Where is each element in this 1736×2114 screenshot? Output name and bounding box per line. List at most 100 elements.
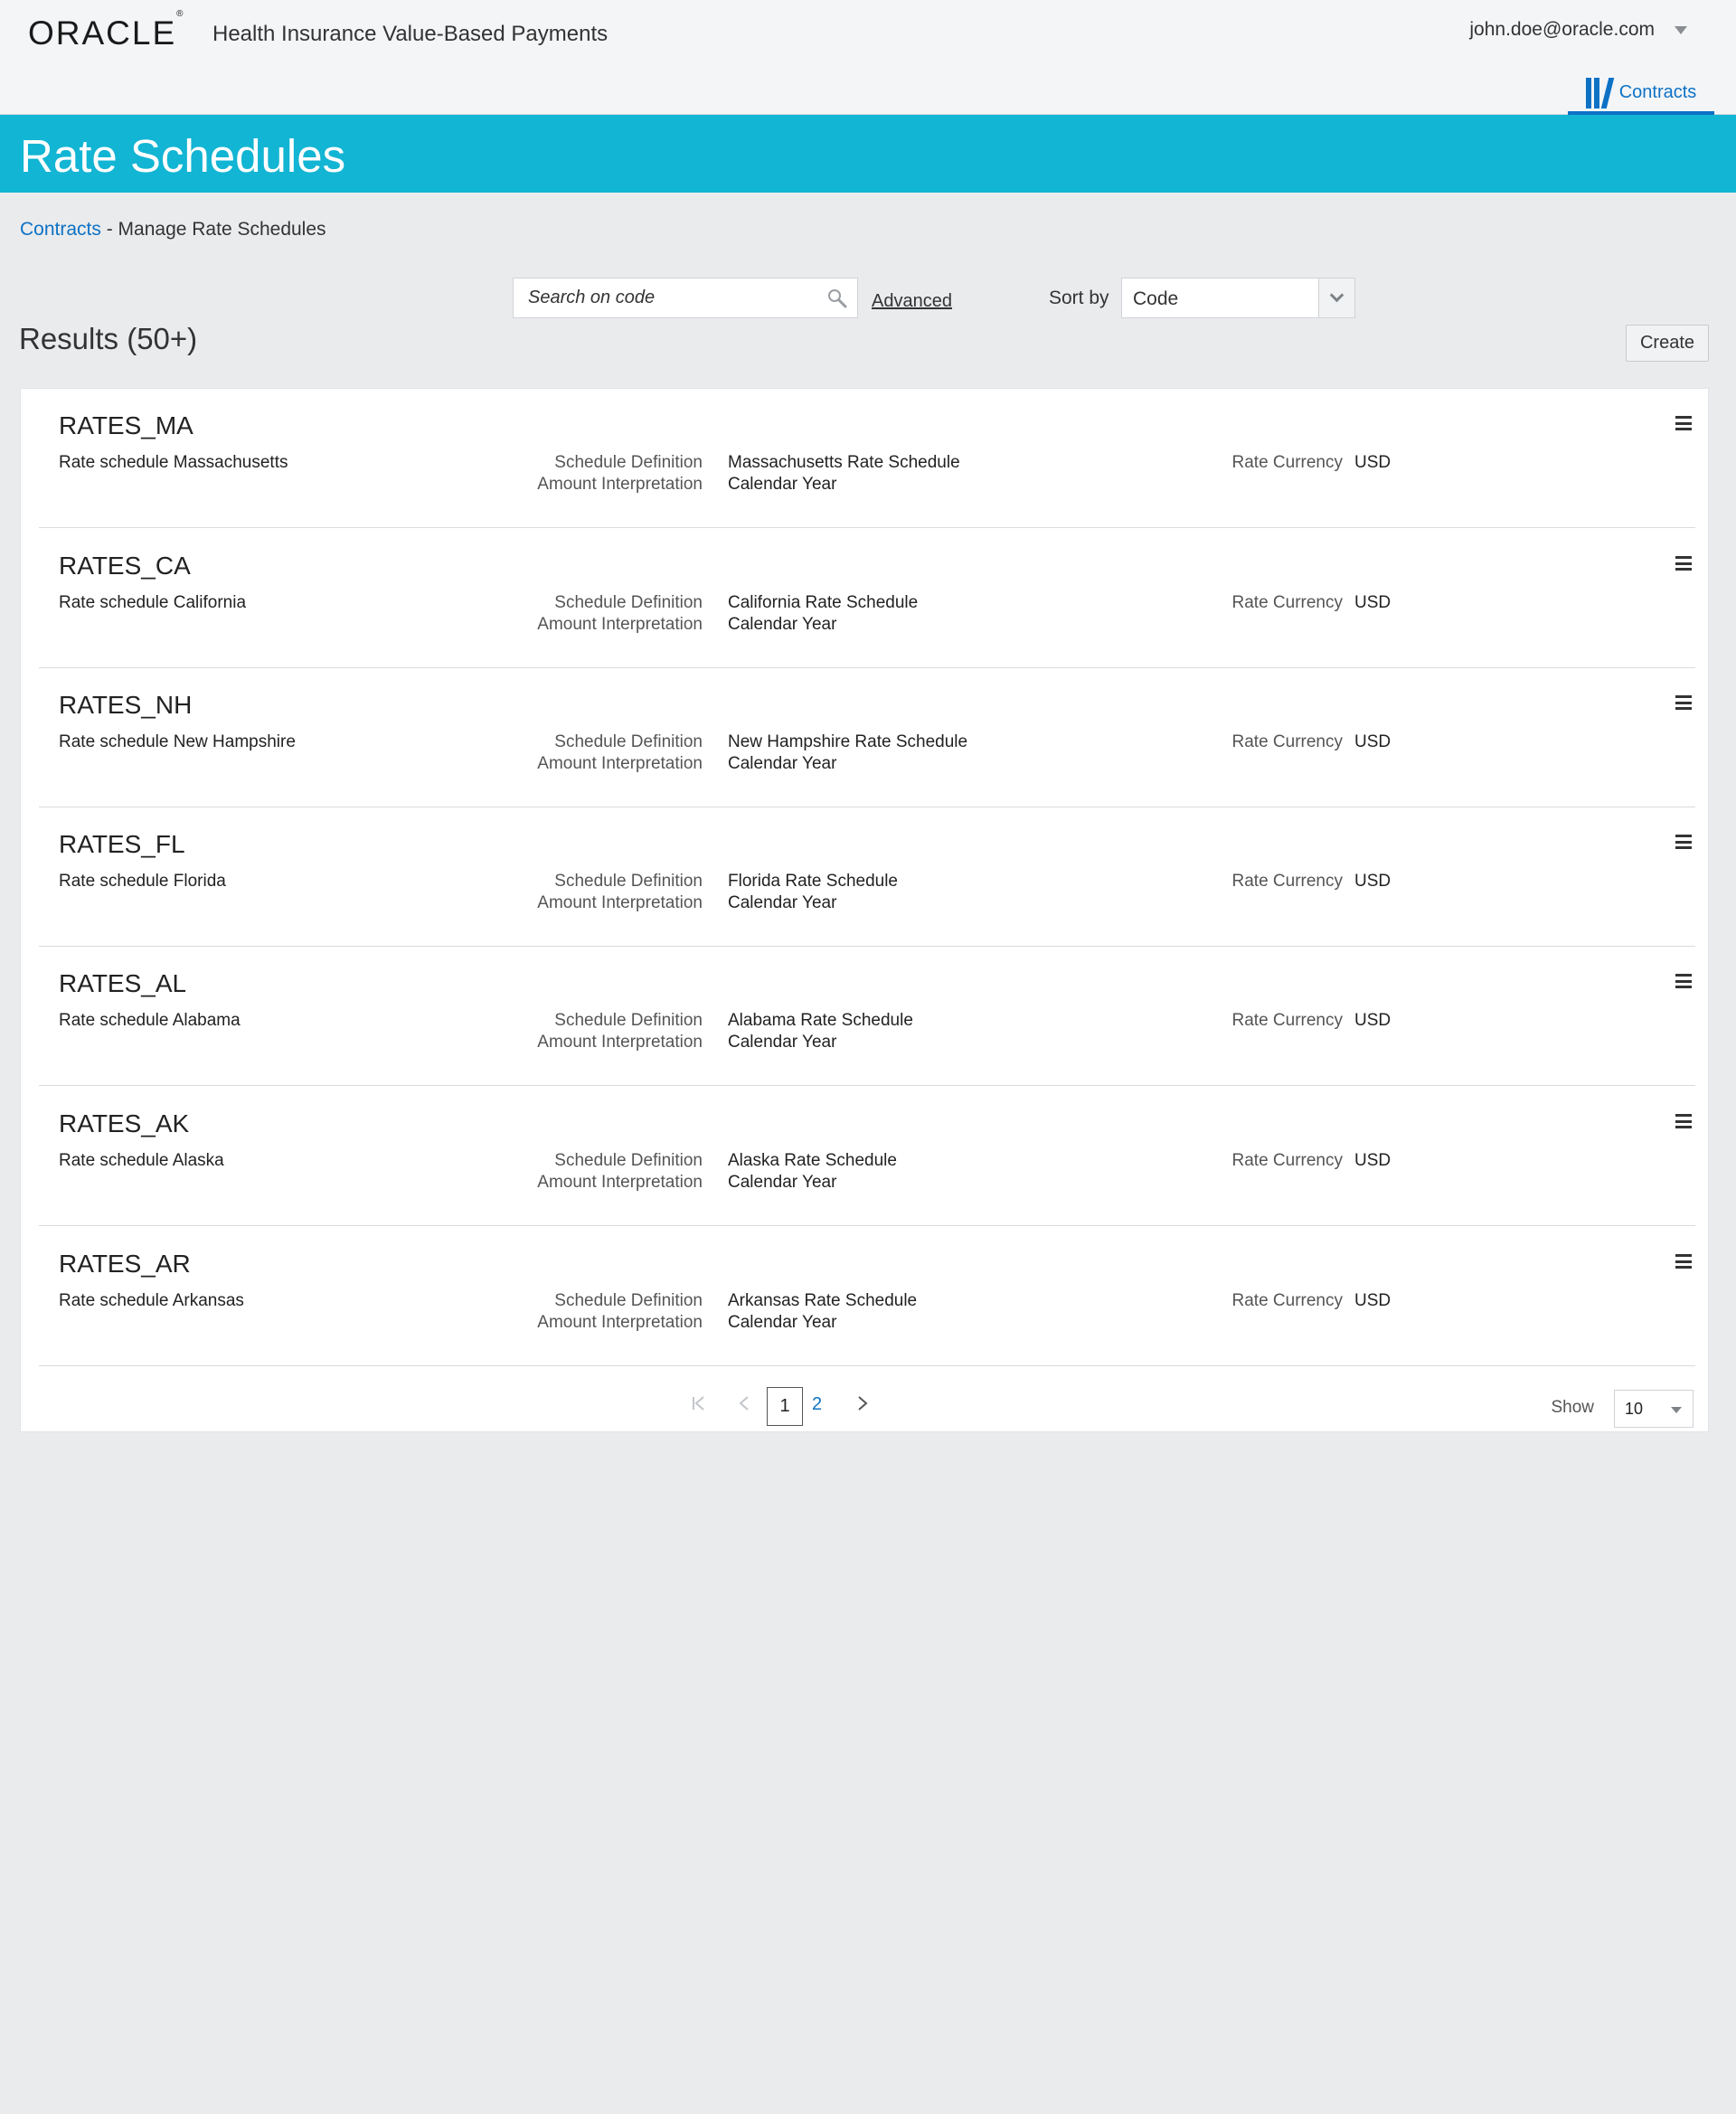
row-menu-icon[interactable] [1675, 695, 1692, 710]
schedule-definition-value: New Hampshire Rate Schedule [728, 732, 968, 751]
rate-currency-label: Rate Currency [1231, 732, 1344, 751]
schedule-definition-value: Alaska Rate Schedule [728, 1151, 897, 1170]
schedule-definition-label: Schedule Definition [554, 1151, 703, 1170]
create-button[interactable]: Create [1626, 325, 1709, 362]
rate-schedule-code[interactable]: RATES_NH [59, 691, 192, 720]
rate-currency-label: Rate Currency [1231, 1011, 1344, 1030]
search-input[interactable] [514, 278, 812, 317]
nav-tab-label: Contracts [1618, 82, 1697, 102]
row-menu-icon[interactable] [1675, 1114, 1692, 1128]
rate-schedule-code[interactable]: RATES_CA [59, 552, 191, 580]
app-title: Health Insurance Value-Based Payments [212, 22, 609, 46]
amount-interpretation-label: Amount Interpretation [537, 475, 703, 494]
schedule-definition-value: California Rate Schedule [728, 593, 919, 612]
prev-page-icon[interactable] [739, 1394, 750, 1418]
result-row[interactable]: RATES_AK Rate schedule Alaska Schedule Def… [39, 1087, 1695, 1226]
user-menu[interactable]: john.doe@oracle.com [1469, 19, 1687, 41]
amount-interpretation-label: Amount Interpretation [537, 754, 703, 773]
rate-currency-value: USD [1354, 732, 1392, 751]
result-row[interactable]: RATES_AL Rate schedule Alabama Schedule De… [39, 947, 1695, 1086]
rate-schedule-code[interactable]: RATES_AR [59, 1250, 191, 1279]
schedule-definition-value: Massachusetts Rate Schedule [728, 453, 960, 472]
rate-schedule-code[interactable]: RATES_MA [59, 411, 193, 440]
result-row[interactable]: RATES_MA Rate schedule Massachusetts Sched… [39, 389, 1695, 528]
row-menu-icon[interactable] [1675, 416, 1692, 430]
page-1-button[interactable]: 1 [767, 1387, 803, 1426]
page-banner: Rate Schedules [0, 115, 1736, 193]
amount-interpretation-value: Calendar Year [728, 1313, 837, 1332]
rate-currency-value: USD [1354, 872, 1392, 891]
rate-schedule-description: Rate schedule California [59, 593, 247, 612]
result-row[interactable]: RATES_NH Rate schedule New Hampshire Sched… [39, 668, 1695, 807]
chevron-down-icon [1329, 288, 1344, 303]
sort-select[interactable]: Code [1121, 278, 1355, 318]
amount-interpretation-value: Calendar Year [728, 1033, 837, 1052]
result-row[interactable]: RATES_CA Rate schedule California Schedule… [39, 529, 1695, 668]
rate-currency-value: USD [1354, 1151, 1392, 1170]
user-email: john.doe@oracle.com [1469, 19, 1655, 40]
first-page-icon[interactable] [692, 1394, 706, 1418]
amount-interpretation-value: Calendar Year [728, 1173, 837, 1192]
results-title: Results (50+) [19, 322, 198, 355]
rate-currency-value: USD [1354, 593, 1392, 612]
top-bar: ORACLE® Health Insurance Value-Based Pay… [0, 0, 1736, 115]
rate-schedule-description: Rate schedule Alabama [59, 1011, 241, 1030]
rate-schedule-code[interactable]: RATES_AK [59, 1109, 189, 1138]
schedule-definition-label: Schedule Definition [554, 1291, 703, 1310]
next-page-icon[interactable] [857, 1394, 868, 1418]
rate-currency-label: Rate Currency [1231, 1151, 1344, 1170]
search-icon[interactable] [826, 288, 848, 309]
schedule-definition-label: Schedule Definition [554, 453, 703, 472]
page-title: Rate Schedules [20, 130, 346, 182]
amount-interpretation-value: Calendar Year [728, 893, 837, 912]
rate-schedule-description: Rate schedule Florida [59, 872, 226, 891]
advanced-search-link[interactable]: Advanced [872, 291, 952, 312]
amount-interpretation-value: Calendar Year [728, 615, 837, 634]
rate-currency-value: USD [1354, 453, 1392, 472]
rate-schedule-description: Rate schedule Alaska [59, 1151, 224, 1170]
rate-currency-value: USD [1354, 1011, 1392, 1030]
amount-interpretation-label: Amount Interpretation [537, 1313, 703, 1332]
oracle-logo: ORACLE® [28, 8, 184, 52]
row-menu-icon[interactable] [1675, 835, 1692, 849]
page-size-select[interactable]: 10 [1614, 1390, 1694, 1428]
amount-interpretation-value: Calendar Year [728, 475, 837, 494]
rate-currency-label: Rate Currency [1231, 593, 1344, 612]
schedule-definition-label: Schedule Definition [554, 732, 703, 751]
sort-label: Sort by [1049, 288, 1109, 308]
row-menu-icon[interactable] [1675, 1254, 1692, 1269]
show-label: Show [1551, 1398, 1594, 1417]
amount-interpretation-label: Amount Interpretation [537, 615, 703, 634]
caret-down-icon [1675, 25, 1687, 34]
rate-schedule-description: Rate schedule Arkansas [59, 1291, 244, 1310]
page-2-button[interactable]: 2 [812, 1394, 822, 1415]
sort-dropdown-button[interactable] [1318, 278, 1354, 317]
result-row[interactable]: RATES_AR Rate schedule Arkansas Schedule D… [39, 1227, 1695, 1366]
result-row[interactable]: RATES_FL Rate schedule Florida Schedule De… [39, 807, 1695, 947]
schedule-definition-label: Schedule Definition [554, 872, 703, 891]
breadcrumb-link-contracts[interactable]: Contracts [20, 219, 101, 240]
search-box [513, 278, 858, 318]
rate-schedule-code[interactable]: RATES_FL [59, 830, 185, 859]
rate-currency-label: Rate Currency [1231, 453, 1344, 472]
rate-currency-value: USD [1354, 1291, 1392, 1310]
nav-tab-contracts[interactable]: Contracts [1568, 74, 1714, 115]
rate-currency-label: Rate Currency [1231, 872, 1344, 891]
amount-interpretation-label: Amount Interpretation [537, 893, 703, 912]
rate-schedule-description: Rate schedule New Hampshire [59, 732, 296, 751]
rate-currency-label: Rate Currency [1231, 1291, 1344, 1310]
books-icon [1585, 77, 1614, 109]
schedule-definition-label: Schedule Definition [554, 1011, 703, 1030]
page-size-value: 10 [1625, 1400, 1644, 1418]
schedule-definition-value: Alabama Rate Schedule [728, 1011, 913, 1030]
rate-schedule-code[interactable]: RATES_AL [59, 969, 186, 998]
schedule-definition-value: Florida Rate Schedule [728, 872, 898, 891]
sort-value: Code [1133, 288, 1179, 309]
schedule-definition-value: Arkansas Rate Schedule [728, 1291, 918, 1310]
breadcrumb: Contracts - Manage Rate Schedules [20, 219, 326, 241]
row-menu-icon[interactable] [1675, 974, 1692, 988]
caret-down-icon [1671, 1407, 1682, 1413]
row-menu-icon[interactable] [1675, 556, 1692, 571]
amount-interpretation-label: Amount Interpretation [537, 1033, 703, 1052]
rate-schedule-description: Rate schedule Massachusetts [59, 453, 288, 472]
